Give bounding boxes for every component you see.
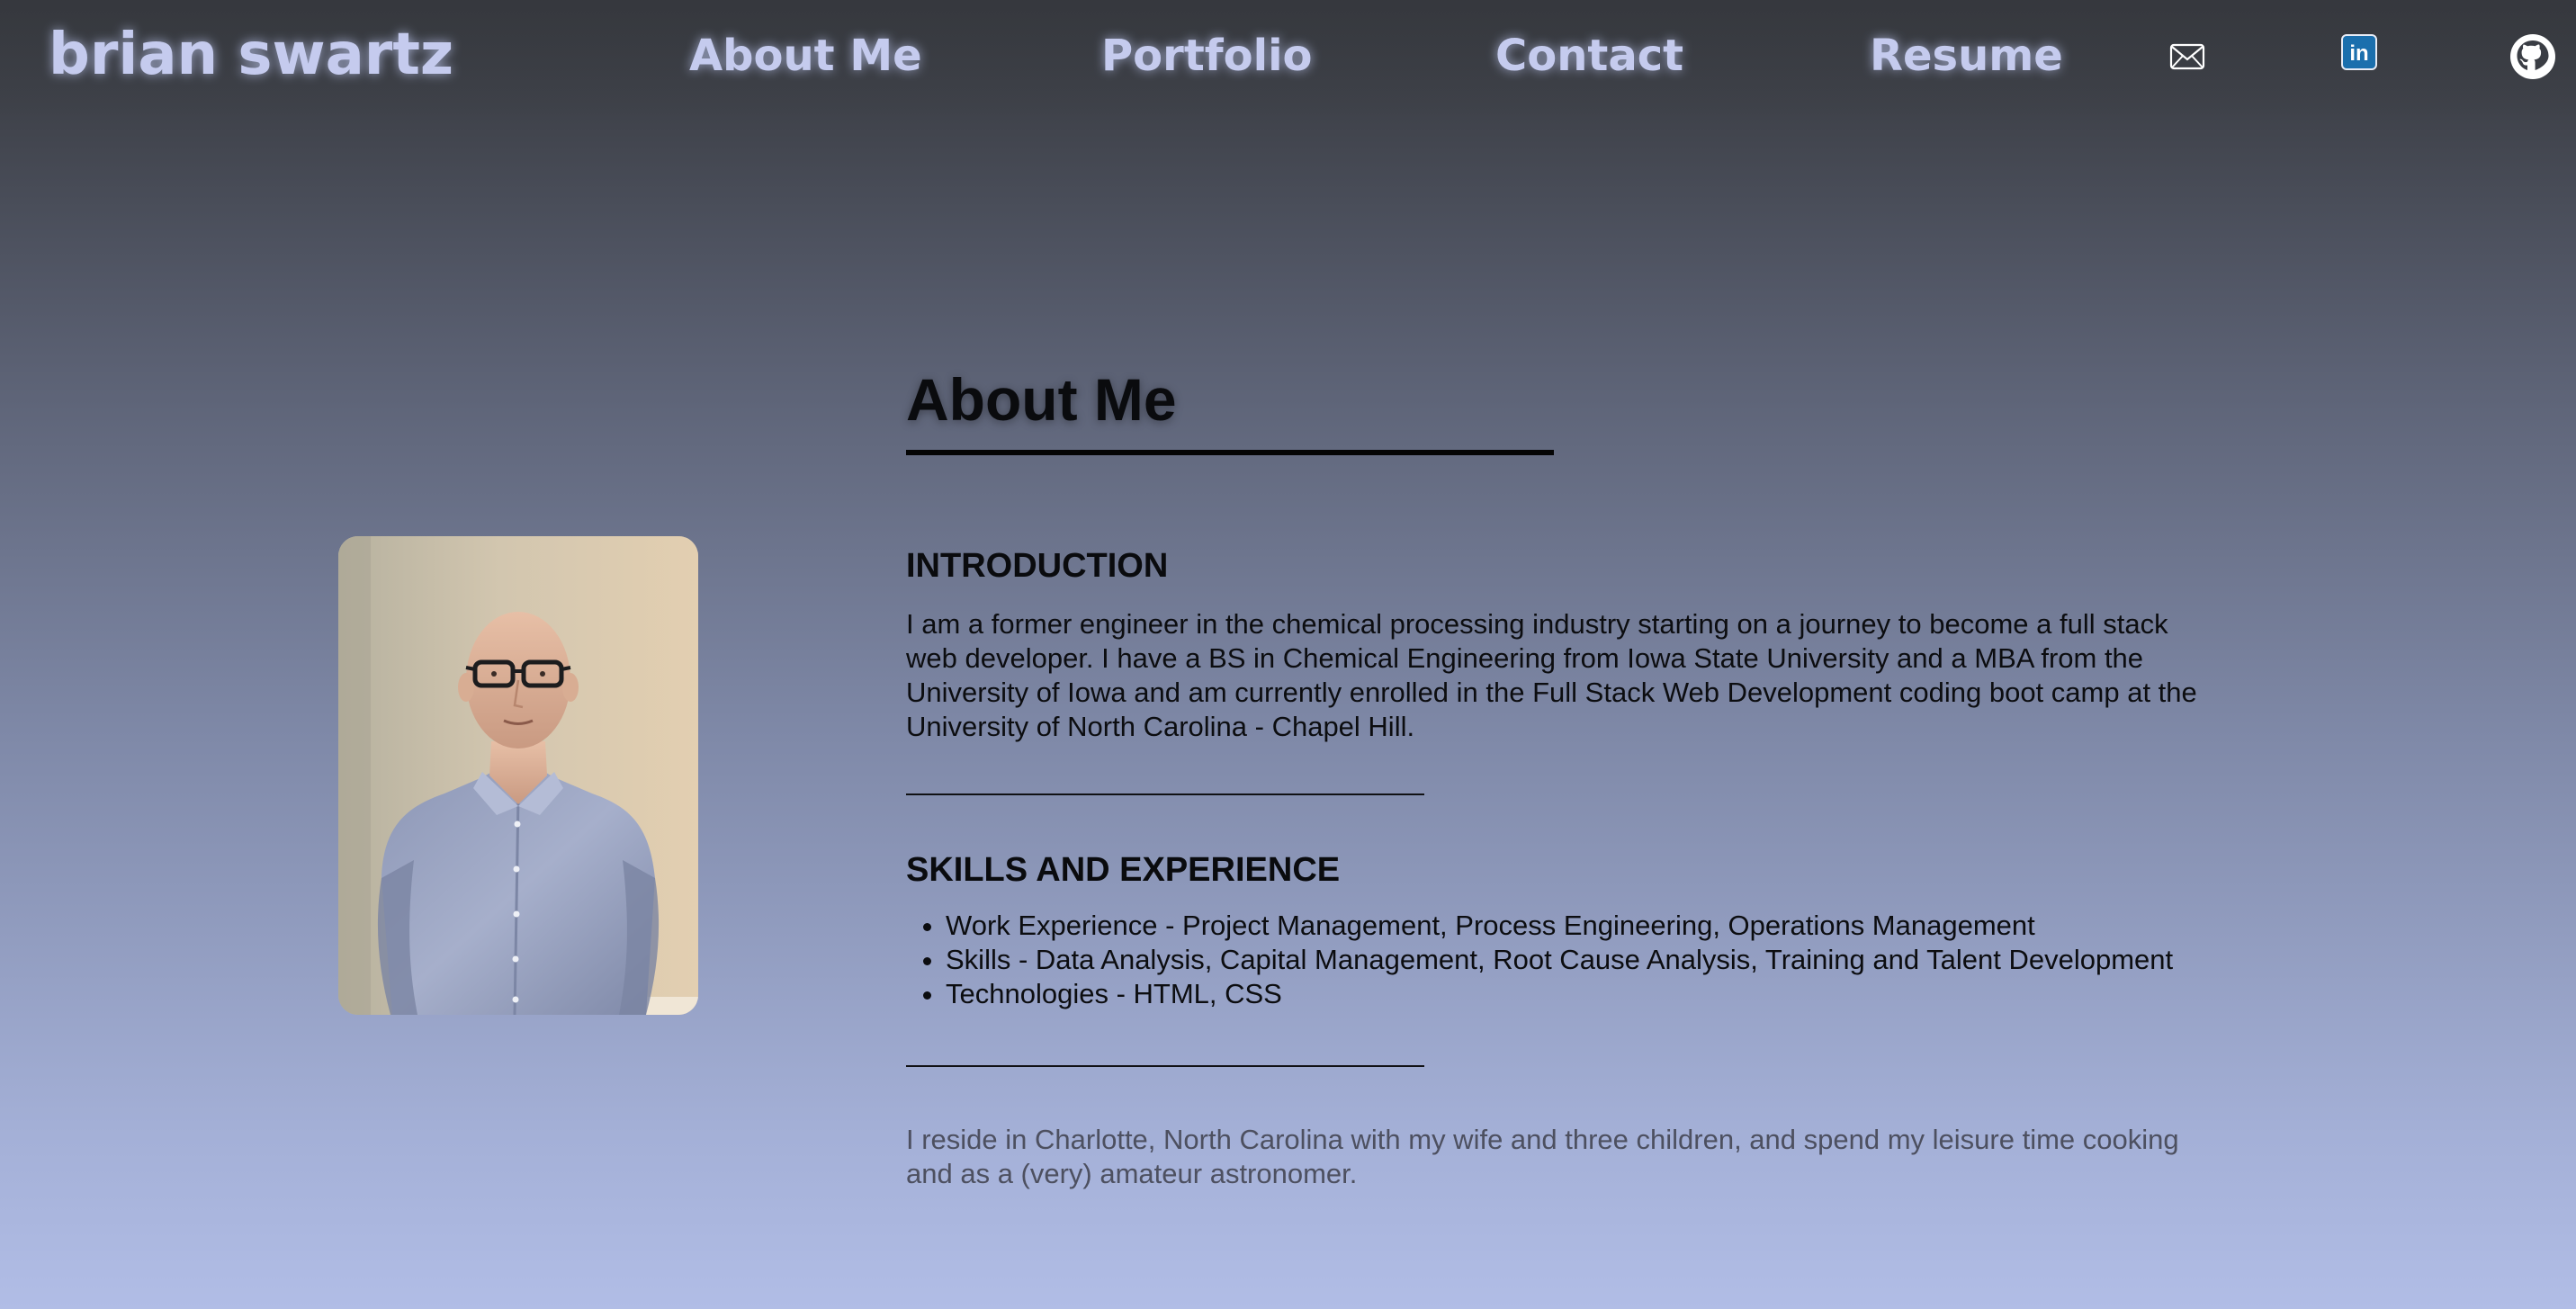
github-icon[interactable]: [2509, 32, 2557, 81]
nav-portfolio[interactable]: Portfolio: [1101, 31, 1313, 81]
nav-resume[interactable]: Resume: [1870, 31, 2063, 81]
skills-heading: SKILLS AND EXPERIENCE: [906, 851, 1341, 889]
list-item: Technologies - HTML, CSS: [946, 977, 2223, 1011]
page-title: About Me: [906, 366, 1177, 433]
site-header: brian swartz About Me Portfolio Contact …: [0, 0, 2576, 117]
mail-icon[interactable]: [2169, 39, 2205, 75]
title-divider: [906, 450, 1554, 455]
list-item: Work Experience - Project Management, Pr…: [946, 909, 2223, 943]
list-item: Skills - Data Analysis, Capital Manageme…: [946, 943, 2223, 977]
section-divider: [906, 793, 1424, 795]
skills-list: Work Experience - Project Management, Pr…: [906, 909, 2223, 1011]
profile-photo: [338, 536, 698, 1015]
linkedin-glyph: in: [2349, 41, 2368, 66]
section-divider: [906, 1065, 1424, 1067]
introduction-text: I am a former engineer in the chemical p…: [906, 608, 2197, 742]
nav-about-me[interactable]: About Me: [689, 31, 922, 81]
brand-name[interactable]: brian swartz: [49, 22, 453, 88]
introduction-heading: INTRODUCTION: [906, 547, 1169, 585]
nav-contact[interactable]: Contact: [1495, 31, 1683, 81]
linkedin-icon[interactable]: in: [2341, 34, 2377, 70]
personal-text: I reside in Charlotte, North Carolina wi…: [906, 1124, 2179, 1189]
